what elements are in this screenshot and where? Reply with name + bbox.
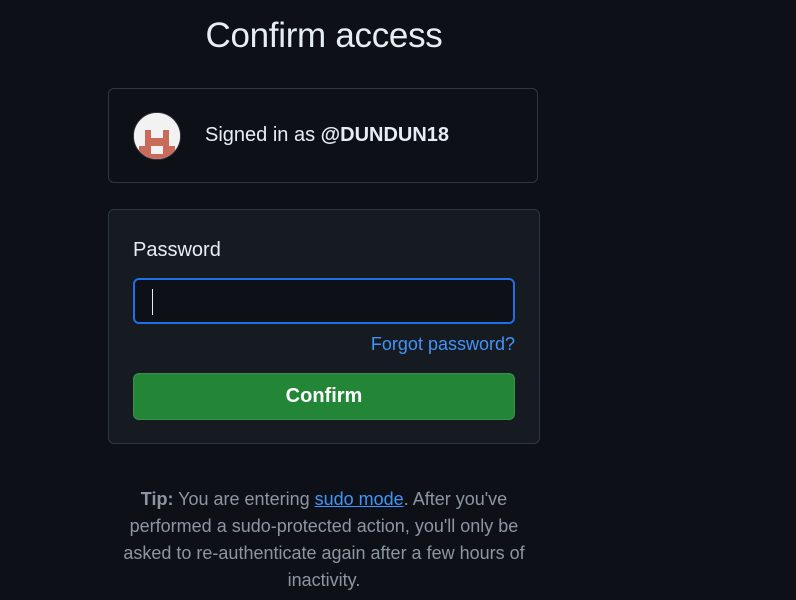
password-input[interactable] (133, 278, 515, 324)
avatar (133, 112, 181, 160)
pixel-avatar-icon (134, 113, 180, 159)
tip-label: Tip: (140, 489, 174, 509)
password-form: Password Forgot password? Confirm (108, 209, 540, 444)
forgot-password-link[interactable]: Forgot password? (371, 334, 515, 355)
signed-in-prefix: Signed in as (205, 124, 316, 146)
signed-in-box: Signed in as @DUNDUN18 (108, 88, 538, 183)
confirm-access-page: Confirm access Signed in as @DUNDUN18 Pa… (0, 0, 796, 600)
sudo-mode-link[interactable]: sudo mode (315, 489, 404, 509)
signed-in-text: Signed in as @DUNDUN18 (205, 124, 449, 147)
tip-text: Tip: You are entering sudo mode. After y… (120, 486, 528, 594)
confirm-button[interactable]: Confirm (133, 373, 515, 420)
tip-before-link: You are entering (178, 489, 310, 509)
password-label: Password (133, 239, 221, 261)
text-caret (152, 289, 153, 315)
page-title: Confirm access (205, 16, 443, 55)
signed-in-username: @DUNDUN18 (320, 124, 450, 146)
